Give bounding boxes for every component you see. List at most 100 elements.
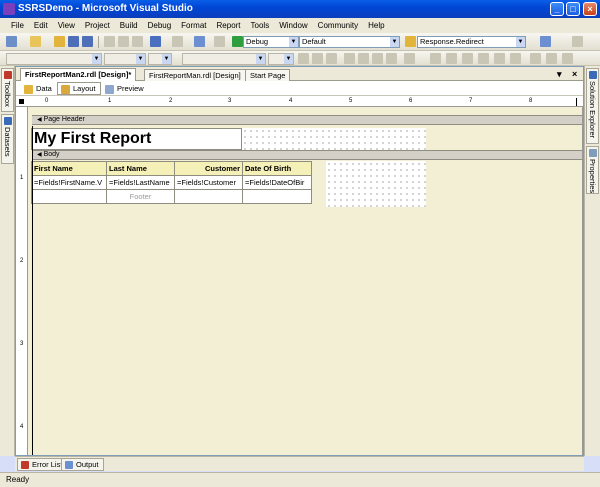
status-text: Ready (6, 475, 30, 484)
output-tab[interactable]: Output (61, 458, 104, 471)
report-design-surface[interactable]: 0 1 2 3 4 5 6 7 8 1 2 3 4 ◀ Page Header … (16, 97, 583, 455)
toolbox-tab-label: Toolbox (3, 81, 12, 107)
chevron-down-icon: ▼ (516, 37, 525, 47)
border-icon[interactable] (404, 53, 415, 64)
font-name-dropdown[interactable]: ▼ (182, 53, 266, 65)
align-rights-icon[interactable] (462, 53, 473, 64)
tab-data[interactable]: Data (20, 82, 57, 95)
menu-file[interactable]: File (6, 21, 29, 30)
align-middles-icon[interactable] (494, 53, 505, 64)
align-left-icon[interactable] (344, 53, 355, 64)
align-center-icon[interactable] (358, 53, 369, 64)
find-combo[interactable]: Response.Redirect ▼ (417, 36, 526, 48)
navigate-forward-icon[interactable] (214, 36, 225, 47)
add-item-icon[interactable] (30, 36, 41, 47)
right-tool-strip: Solution Explorer Properties (584, 66, 600, 456)
menu-window[interactable]: Window (274, 21, 312, 30)
color-dropdown[interactable]: ▼ (148, 53, 172, 65)
detail-cell-customer[interactable]: =Fields!Customer (174, 175, 243, 190)
detail-cell-last-name[interactable]: =Fields!LastName (106, 175, 175, 190)
properties-tab[interactable]: Properties (586, 146, 599, 194)
close-document-icon[interactable]: × (572, 69, 577, 79)
toolbar-options-icon[interactable] (572, 36, 583, 47)
align-centers-icon[interactable] (446, 53, 457, 64)
ruler-number: 5 (349, 98, 353, 104)
align-tops-icon[interactable] (478, 53, 489, 64)
tab-layout[interactable]: Layout (57, 82, 101, 95)
menu-format[interactable]: Format (176, 21, 211, 30)
justify-icon[interactable] (386, 53, 397, 64)
italic-icon[interactable] (312, 53, 323, 64)
ruler-number: 8 (529, 98, 533, 104)
ruler-number: 2 (169, 98, 173, 104)
make-same-height-icon[interactable] (546, 53, 557, 64)
detail-cell-date-of-birth[interactable]: =Fields!DateOfBir (242, 175, 312, 190)
ruler-number: 1 (108, 98, 112, 104)
footer-cell-first[interactable] (31, 189, 107, 204)
footer-cell-label[interactable]: Footer (106, 189, 175, 204)
navigate-backward-icon[interactable] (194, 36, 205, 47)
toolbox-tab[interactable]: Toolbox (1, 68, 14, 112)
menu-tools[interactable]: Tools (246, 21, 275, 30)
solution-explorer-icon[interactable] (540, 36, 551, 47)
start-debugging-icon[interactable] (232, 36, 243, 47)
open-file-icon[interactable] (54, 36, 65, 47)
ruler-number: 7 (469, 98, 473, 104)
menu-help[interactable]: Help (363, 21, 389, 30)
menu-view[interactable]: View (53, 21, 80, 30)
datasets-tab[interactable]: Datasets (1, 114, 14, 164)
report-title-textbox[interactable]: My First Report (31, 128, 242, 150)
menu-project[interactable]: Project (80, 21, 115, 30)
make-same-width-icon[interactable] (530, 53, 541, 64)
error-list-tab[interactable]: Error List (17, 458, 68, 471)
make-same-size-icon[interactable] (562, 53, 573, 64)
error-list-tab-label: Error List (32, 460, 63, 469)
menu-community[interactable]: Community (313, 21, 363, 30)
font-pt-dropdown[interactable]: ▼ (268, 53, 294, 65)
footer-cell-fourth[interactable] (242, 189, 312, 204)
error-list-icon (21, 461, 29, 469)
header-cell-first-name[interactable]: First Name (31, 161, 107, 176)
maximize-button[interactable]: □ (566, 2, 580, 16)
style-dropdown[interactable]: ▼ (6, 53, 102, 65)
menu-debug[interactable]: Debug (143, 21, 177, 30)
solution-explorer-tab[interactable]: Solution Explorer (586, 68, 599, 144)
solution-platform-dropdown[interactable]: Default ▼ (299, 36, 400, 48)
redo-icon[interactable] (172, 36, 183, 47)
header-cell-date-of-birth[interactable]: Date Of Birth (242, 161, 312, 176)
align-bottoms-icon[interactable] (510, 53, 521, 64)
header-cell-customer[interactable]: Customer (174, 161, 243, 176)
tab-list-chevron-icon[interactable]: ▾ (557, 69, 562, 80)
footer-cell-third[interactable] (174, 189, 243, 204)
underline-icon[interactable] (326, 53, 337, 64)
solution-configuration-dropdown[interactable]: Debug ▼ (243, 36, 299, 48)
body-band[interactable]: ◀ Body (32, 150, 583, 160)
save-all-icon[interactable] (82, 36, 93, 47)
paste-icon[interactable] (132, 36, 143, 47)
detail-cell-first-name[interactable]: =Fields!FirstName.V (31, 175, 107, 190)
visual-studio-icon (3, 3, 15, 15)
bold-icon[interactable] (298, 53, 309, 64)
find-combo-value: Response.Redirect (420, 37, 484, 46)
close-button[interactable]: × (583, 2, 597, 16)
header-cell-last-name[interactable]: Last Name (106, 161, 175, 176)
report-table[interactable]: First Name Last Name Customer Date Of Bi… (31, 161, 312, 204)
find-in-files-icon[interactable] (405, 36, 416, 47)
copy-icon[interactable] (118, 36, 129, 47)
menu-build[interactable]: Build (115, 21, 143, 30)
align-lefts-icon[interactable] (430, 53, 441, 64)
save-icon[interactable] (68, 36, 79, 47)
align-right-icon[interactable] (372, 53, 383, 64)
menu-report[interactable]: Report (212, 21, 246, 30)
tab-start-page[interactable]: Start Page (245, 69, 291, 81)
font-size-dropdown[interactable]: ▼ (104, 53, 146, 65)
tab-firstreportman2-design[interactable]: FirstReportMan2.rdl [Design]* (20, 68, 137, 82)
minimize-button[interactable]: _ (550, 2, 564, 16)
cut-icon[interactable] (104, 36, 115, 47)
tab-preview[interactable]: Preview (101, 82, 149, 95)
new-project-icon[interactable] (6, 36, 17, 47)
menu-edit[interactable]: Edit (29, 21, 53, 30)
tab-firstreportman-design[interactable]: FirstReportMan.rdl [Design] (144, 69, 246, 81)
page-header-band[interactable]: ◀ Page Header (32, 115, 583, 125)
undo-icon[interactable] (150, 36, 161, 47)
